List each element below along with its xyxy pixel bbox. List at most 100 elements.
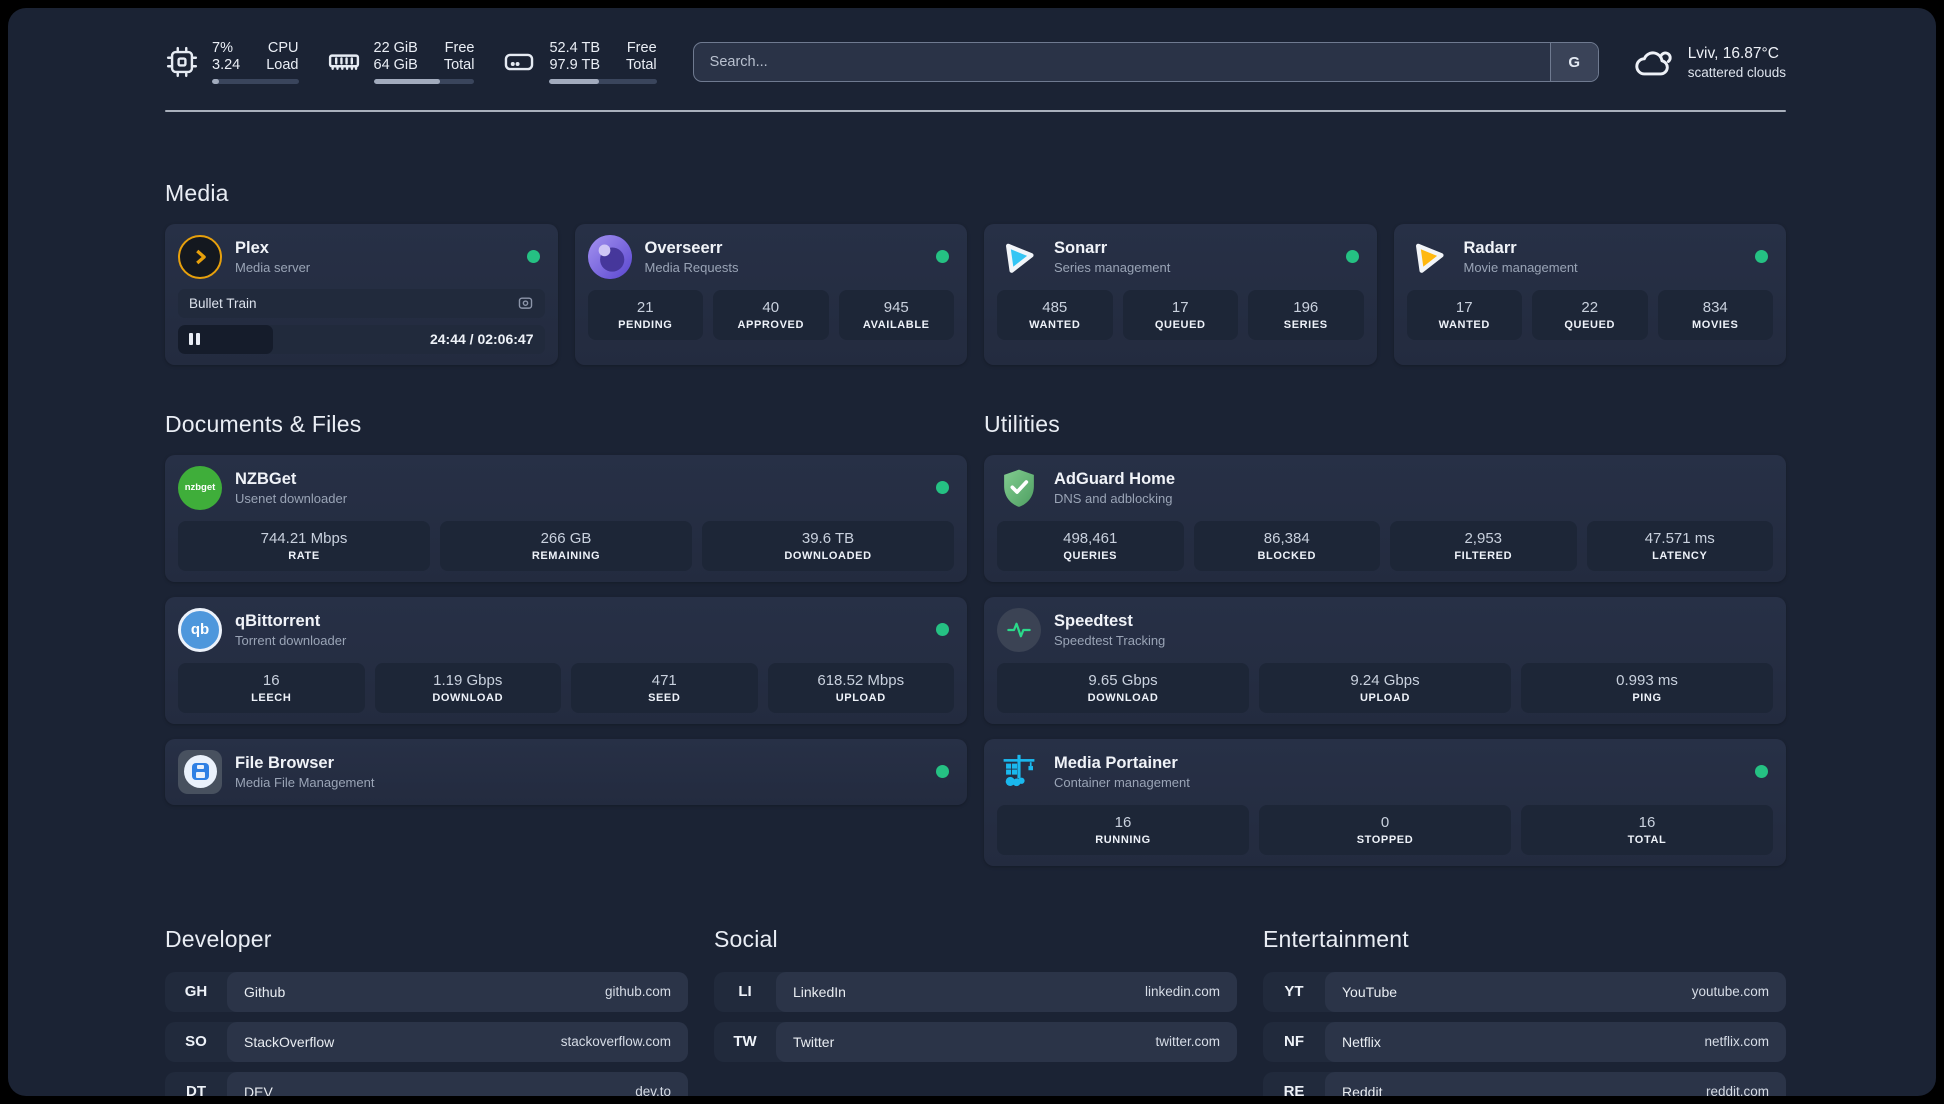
bookmark-group-social: Social LI LinkedIn linkedin.com TW Twitte…	[714, 926, 1237, 1097]
app-card-filebrowser[interactable]: File Browser Media File Management	[165, 738, 967, 805]
stat-value: 39.6 TB	[801, 529, 855, 547]
section-title-social: Social	[714, 925, 778, 952]
app-description: Media server	[235, 259, 311, 275]
bookmark-url: reddit.com	[1705, 1084, 1769, 1096]
stat-tile: 471 SEED	[571, 662, 758, 713]
stat-value: 47.571 ms	[1644, 529, 1715, 547]
nzbget-logo-icon: nzbget	[178, 465, 222, 510]
app-card-portainer[interactable]: Media Portainer Container management 16 R…	[984, 738, 1786, 866]
stat-value: 22	[1581, 298, 1599, 316]
stat-label: WANTED	[1029, 318, 1081, 331]
stat-value: 17	[1171, 298, 1189, 316]
app-card-overseerr[interactable]: Overseerr Media Requests 21 PENDING 40 APP…	[574, 223, 967, 365]
stat-tile: 485 WANTED	[997, 289, 1113, 340]
bookmark-netflix[interactable]: NF Netflix netflix.com	[1263, 1021, 1786, 1062]
app-card-qbittorrent[interactable]: qb qBittorrent Torrent downloader 16 LEEC…	[165, 596, 967, 724]
stat-value: 945	[883, 298, 909, 316]
storage-total-label: Total	[626, 57, 657, 73]
app-description: DNS and adblocking	[1054, 490, 1173, 506]
stat-tile: 945 AVAILABLE	[838, 289, 954, 340]
search-input[interactable]	[693, 43, 1550, 81]
bookmark-abbr: SO	[185, 1033, 207, 1050]
stat-label: SERIES	[1283, 318, 1328, 331]
storage-stat-widget: 52.4 TB Free 97.9 TB Total	[502, 40, 657, 84]
stat-value: 618.52 Mbps	[817, 671, 905, 689]
bookmark-stackoverflow[interactable]: SO StackOverflow stackoverflow.com	[165, 1021, 688, 1062]
status-dot	[1345, 250, 1359, 263]
stat-tile: 618.52 Mbps UPLOAD	[767, 662, 954, 713]
bookmark-twitter[interactable]: TW Twitter twitter.com	[714, 1021, 1237, 1062]
plex-logo-icon	[178, 234, 222, 279]
app-card-plex[interactable]: Plex Media server Bullet Train 24:44 / 0…	[165, 223, 558, 365]
storage-progress-fill	[549, 79, 599, 84]
bookmark-name: Netflix	[1342, 1033, 1381, 1050]
bookmark-url: netflix.com	[1704, 1034, 1769, 1049]
stat-tile: 17 QUEUED	[1122, 289, 1238, 340]
stat-value: 17	[1455, 298, 1473, 316]
app-description: Usenet downloader	[235, 490, 348, 506]
cpu-stat-widget: 7% CPU 3.24 Load	[165, 40, 299, 84]
status-dot	[936, 481, 949, 494]
stat-label: RATE	[288, 549, 320, 562]
cpu-usage-value: 7%	[212, 40, 233, 56]
cpu-load-label: Load	[266, 57, 299, 73]
app-description: Media File Management	[235, 774, 375, 790]
stat-tile: 16 TOTAL	[1521, 804, 1773, 855]
stat-value: 834	[1702, 298, 1728, 316]
bookmark-youtube[interactable]: YT YouTube youtube.com	[1263, 971, 1786, 1012]
app-card-adguard-home[interactable]: AdGuard Home DNS and adblocking 498,461 Q…	[984, 454, 1786, 582]
app-card-sonarr[interactable]: Sonarr Series management 485 WANTED 17 QUE…	[984, 223, 1377, 365]
stat-value: 2,953	[1464, 529, 1503, 547]
cpu-icon	[166, 46, 198, 78]
stat-tile: 22 QUEUED	[1532, 289, 1648, 340]
dashboard-canvas: 7% CPU 3.24 Load 22 GiB Free 64 GiB Tota…	[8, 8, 1936, 1096]
bookmark-url: youtube.com	[1691, 984, 1769, 999]
bookmark-name: Reddit	[1342, 1083, 1383, 1097]
sonarr-logo-icon	[997, 235, 1041, 279]
bookmark-abbr: RE	[1283, 1083, 1305, 1096]
app-name: Media Portainer	[1054, 753, 1178, 772]
storage-progress-track	[549, 79, 657, 84]
bookmark-reddit[interactable]: RE Reddit reddit.com	[1263, 1071, 1786, 1097]
app-name: NZBGet	[235, 469, 297, 488]
search-provider-button[interactable]: G	[1549, 43, 1598, 81]
stat-value: 16	[262, 671, 280, 689]
overseerr-logo-icon	[587, 234, 632, 279]
session-display-icon	[518, 296, 532, 309]
bookmark-name: Twitter	[793, 1033, 835, 1050]
memory-progress-fill	[373, 79, 441, 84]
bookmark-linkedin[interactable]: LI LinkedIn linkedin.com	[714, 971, 1237, 1012]
radarr-logo-icon	[1407, 235, 1451, 279]
stat-tile: 16 RUNNING	[997, 804, 1249, 855]
cpu-load-value: 3.24	[212, 57, 241, 73]
cpu-progress-track	[212, 79, 299, 84]
stat-label: APPROVED	[737, 318, 805, 331]
app-card-speedtest[interactable]: Speedtest Speedtest Tracking 9.65 Gbps DO…	[984, 596, 1786, 724]
stat-label: WANTED	[1438, 318, 1490, 331]
app-card-radarr[interactable]: Radarr Movie management 17 WANTED 22 QUEUE…	[1393, 223, 1786, 365]
stat-tile: 17 WANTED	[1406, 289, 1522, 340]
pause-button[interactable]	[189, 333, 200, 345]
app-card-nzbget[interactable]: nzbget NZBGet Usenet downloader 744.21 M…	[165, 454, 967, 582]
app-description: Media Requests	[644, 259, 739, 275]
playback-time: 24:44 / 02:06:47	[429, 331, 534, 347]
system-stats: 7% CPU 3.24 Load 22 GiB Free 64 GiB Tota…	[165, 40, 657, 84]
stat-value: 40	[762, 298, 780, 316]
bookmark-github[interactable]: GH Github github.com	[165, 971, 688, 1012]
app-name: AdGuard Home	[1054, 469, 1176, 488]
memory-total-value: 64 GiB	[373, 57, 418, 73]
plex-now-playing: Bullet Train 24:44 / 02:06:47	[178, 288, 545, 354]
section-title-utilities: Utilities	[984, 410, 1060, 437]
weather-widget: Lviv, 16.87°C scattered clouds	[1631, 40, 1786, 84]
bookmark-abbr: TW	[733, 1033, 757, 1050]
bookmark-url: twitter.com	[1155, 1034, 1220, 1049]
stat-value: 1.19 Gbps	[433, 671, 503, 689]
stat-tile: 744.21 Mbps RATE	[178, 520, 430, 571]
status-dot	[526, 250, 540, 263]
stat-label: FILTERED	[1454, 549, 1513, 562]
weather-location: Lviv, 16.87°C	[1687, 44, 1779, 62]
stat-label: LEECH	[251, 691, 292, 704]
stat-value: 0.993 ms	[1616, 671, 1678, 689]
stat-value: 86,384	[1263, 529, 1310, 547]
bookmark-dev[interactable]: DT DEV dev.to	[165, 1071, 688, 1096]
